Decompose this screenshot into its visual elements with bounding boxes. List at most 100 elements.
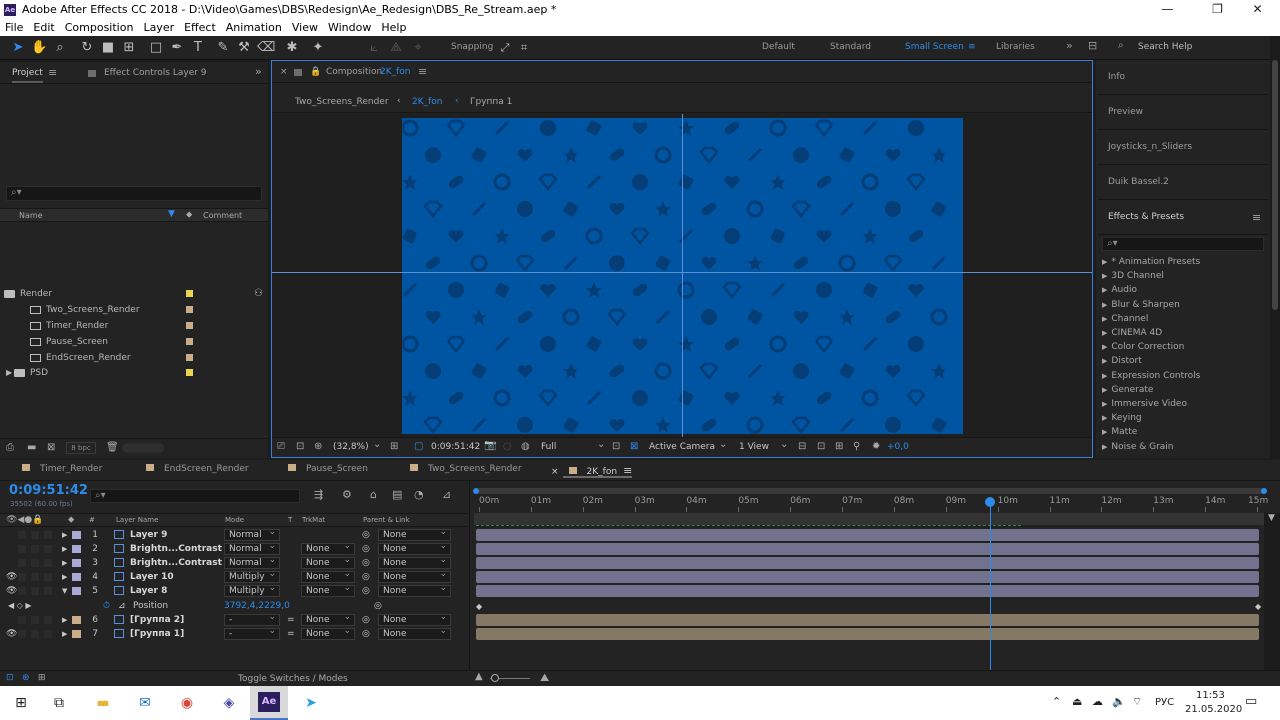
flowchart-icon[interactable]: ⚲ bbox=[853, 441, 860, 452]
label-swatch[interactable] bbox=[186, 290, 193, 297]
exposure-value[interactable]: +0,0 bbox=[887, 442, 909, 452]
transparency-toggle-icon[interactable]: ⊠ bbox=[630, 441, 638, 452]
camera-tool-icon[interactable]: ■ bbox=[100, 40, 116, 56]
parent-dropdown[interactable]: None bbox=[378, 569, 451, 583]
timeline-tab-3[interactable]: Two_Screens_Render bbox=[410, 464, 522, 478]
mail-icon[interactable]: ✉ bbox=[134, 692, 156, 714]
effects-category-12[interactable]: ▶ Matte bbox=[1102, 425, 1137, 439]
snapshot-icon[interactable]: 📷 bbox=[484, 440, 496, 451]
layer-row[interactable]: 👁 ▼ 5 Layer 8 Multiply None ◎ None bbox=[0, 583, 468, 598]
timeline-tab-2[interactable]: Pause_Screen bbox=[288, 464, 368, 478]
type-tool-icon[interactable]: T bbox=[190, 40, 206, 56]
effects-presets-panel[interactable]: Effects & Presets bbox=[1098, 200, 1268, 235]
workspace-standard[interactable]: Standard bbox=[830, 42, 871, 52]
effects-category-7[interactable]: ▶ Distort bbox=[1102, 354, 1142, 368]
lock-switch[interactable] bbox=[44, 630, 52, 638]
breadcrumb-two-screens[interactable]: Two_Screens_Render bbox=[295, 97, 389, 107]
effects-menu-icon[interactable]: ≡ bbox=[1252, 211, 1261, 224]
timeline-tab-1[interactable]: EndScreen_Render bbox=[146, 464, 249, 478]
speaker-icon[interactable]: 🔈 bbox=[1112, 695, 1126, 708]
layer-label-color[interactable] bbox=[72, 545, 81, 553]
layer-name[interactable]: Layer 8 bbox=[130, 584, 167, 598]
work-area-span[interactable] bbox=[474, 513, 1264, 525]
layer-row[interactable]: ▶ 6 [Группа 2] - None = ◎ None bbox=[0, 612, 468, 627]
position-pickwhip-icon[interactable]: ◎ bbox=[374, 599, 382, 613]
lock-switch[interactable] bbox=[44, 573, 52, 581]
lock-switch[interactable] bbox=[44, 545, 52, 553]
chrome-icon[interactable]: ◉ bbox=[176, 692, 198, 714]
parent-dropdown[interactable]: None bbox=[378, 626, 451, 640]
layer-name[interactable]: [Группа 1] bbox=[130, 627, 184, 641]
duik-panel[interactable]: Duik Bassel.2 bbox=[1098, 165, 1268, 200]
project-search-input[interactable]: ⌕▾ bbox=[6, 186, 262, 201]
menu-window[interactable]: Window bbox=[323, 20, 376, 34]
menu-layer[interactable]: Layer bbox=[138, 20, 179, 34]
camera-chevron-icon[interactable]: ⌄ bbox=[719, 439, 727, 450]
onedrive-icon[interactable]: ☁ bbox=[1092, 695, 1103, 708]
frame-blending-icon[interactable]: ▤ bbox=[392, 488, 402, 501]
expand-modes-icon[interactable]: ⊛ bbox=[22, 673, 30, 683]
file-explorer-icon[interactable]: ▬ bbox=[92, 692, 114, 714]
current-time[interactable]: 0:09:51:42 bbox=[431, 442, 480, 452]
notifications-icon[interactable]: ▭ bbox=[1245, 694, 1257, 709]
layer-row[interactable]: ▶ 3 Brightn...Contrast 4Normal None ◎ None bbox=[0, 555, 468, 570]
axis-local-icon[interactable]: ⟀ bbox=[366, 40, 382, 56]
project-scrollbar[interactable] bbox=[122, 443, 164, 453]
col-layer-name[interactable]: Layer Name bbox=[116, 514, 158, 526]
after-effects-task[interactable]: Ae bbox=[250, 686, 288, 720]
stopwatch-icon[interactable]: ⏱ bbox=[103, 599, 110, 613]
layer-row[interactable]: ▶ 1 Layer 9 Normal ◎ None bbox=[0, 527, 468, 542]
timeline-tab-4[interactable]: × 2K_fon ≡ bbox=[551, 464, 633, 478]
snap-features-icon[interactable]: ⌗ bbox=[516, 40, 532, 56]
mask-vis-icon[interactable]: ⊕ bbox=[314, 441, 322, 452]
visibility-eye-icon[interactable]: 👁 bbox=[6, 627, 17, 641]
mode-dropdown[interactable]: Normal bbox=[224, 555, 280, 569]
lock-switch[interactable] bbox=[44, 559, 52, 567]
effects-category-3[interactable]: ▶ Blur & Sharpen bbox=[1102, 298, 1180, 312]
shy-layers-icon[interactable]: ⌂ bbox=[370, 488, 377, 501]
layer-duration-bar[interactable] bbox=[476, 529, 1259, 541]
toggle-switches-modes[interactable]: Toggle Switches / Modes bbox=[238, 674, 348, 684]
trkmat-dropdown[interactable]: None bbox=[301, 626, 355, 640]
project-item-5[interactable]: ▶ PSD bbox=[0, 365, 268, 381]
layer-label-color[interactable] bbox=[72, 587, 81, 595]
tray-network-icon[interactable]: ⏏ bbox=[1072, 695, 1082, 708]
audio-switch[interactable] bbox=[18, 630, 26, 638]
menu-help[interactable]: Help bbox=[376, 20, 411, 34]
label-swatch[interactable] bbox=[186, 322, 193, 329]
lock-switch[interactable] bbox=[44, 587, 52, 595]
parent-pickwhip-icon[interactable]: ◎ bbox=[362, 584, 370, 598]
views-dropdown[interactable]: 1 View bbox=[739, 442, 769, 452]
layer-label-color[interactable] bbox=[72, 531, 81, 539]
axis-world-icon[interactable]: ⟁ bbox=[388, 40, 404, 56]
menu-effect[interactable]: Effect bbox=[179, 20, 221, 34]
motion-blur-icon[interactable]: ◔ bbox=[414, 488, 424, 501]
clone-stamp-tool-icon[interactable]: ⚒ bbox=[236, 40, 252, 56]
keyframe-end[interactable]: ◆ bbox=[1255, 602, 1261, 611]
effects-category-4[interactable]: ▶ Channel bbox=[1102, 312, 1148, 326]
timeline-timecode[interactable]: 0:09:51:42 bbox=[9, 483, 88, 498]
pen-tool-icon[interactable]: ✒ bbox=[169, 40, 185, 56]
breadcrumb-2k-fon[interactable]: 2K_fon bbox=[412, 97, 443, 107]
panel-overflow-icon[interactable]: » bbox=[255, 65, 262, 78]
col-mode[interactable]: Mode bbox=[225, 514, 244, 526]
solo-switch[interactable] bbox=[31, 559, 39, 567]
clock-date[interactable]: 21.05.2020 bbox=[1185, 704, 1242, 715]
mode-dropdown[interactable]: Normal bbox=[224, 541, 280, 555]
task-view-icon[interactable]: ⧉ bbox=[48, 692, 70, 714]
effects-category-5[interactable]: ▶ CINEMA 4D bbox=[1102, 326, 1162, 340]
horizontal-guide[interactable] bbox=[272, 272, 1092, 273]
zoom-dropdown[interactable]: (32,8%) bbox=[333, 442, 369, 452]
fast-previews-icon[interactable]: ⊡ bbox=[817, 441, 825, 452]
more-workspaces-icon[interactable]: » bbox=[1066, 39, 1073, 52]
safe-zones-icon[interactable]: ⊞ bbox=[390, 441, 398, 452]
mode-dropdown[interactable]: - bbox=[224, 626, 280, 640]
playhead-handle[interactable] bbox=[984, 497, 995, 507]
timeline-scrollbar[interactable]: ▼ bbox=[1264, 513, 1280, 670]
parent-pickwhip-icon[interactable]: ◎ bbox=[362, 627, 370, 641]
layer-label-color[interactable] bbox=[72, 630, 81, 638]
solo-switch[interactable] bbox=[31, 545, 39, 553]
lock-switch[interactable] bbox=[44, 616, 52, 624]
vertical-guide[interactable] bbox=[682, 114, 683, 437]
audio-switch[interactable] bbox=[18, 531, 26, 539]
